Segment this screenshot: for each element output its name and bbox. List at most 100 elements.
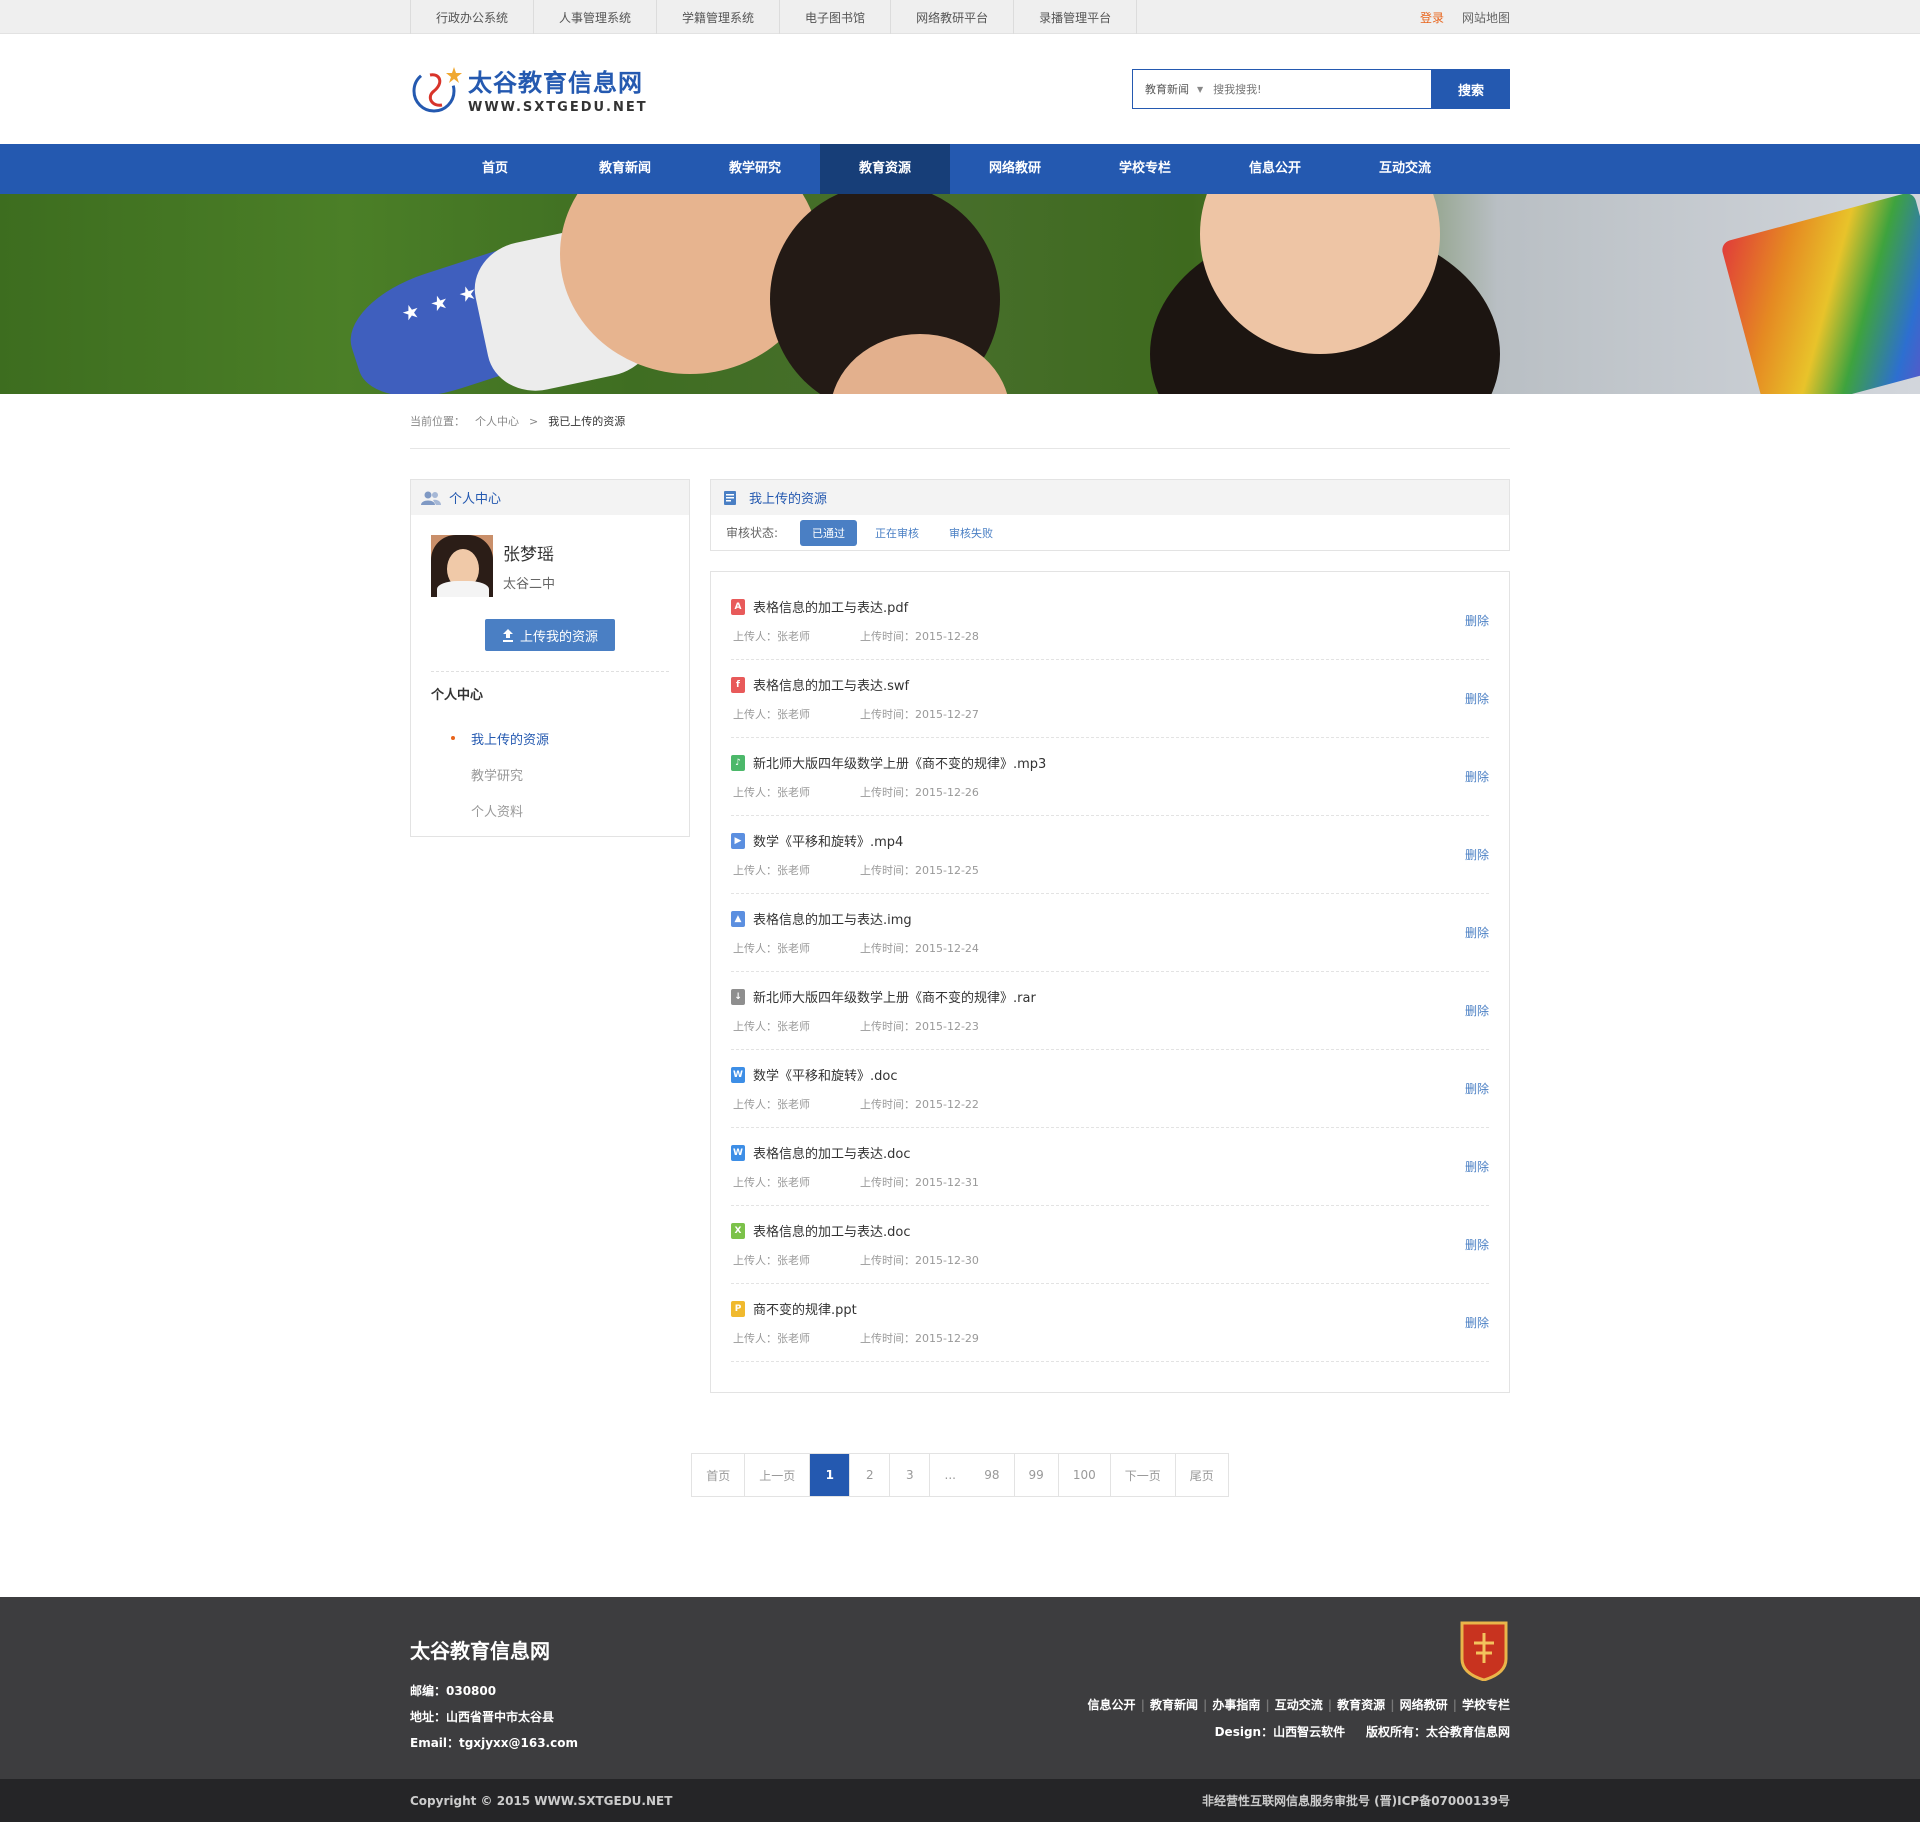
- pagination-item[interactable]: 2: [850, 1454, 891, 1496]
- filter-reviewing[interactable]: 正在审核: [863, 520, 931, 546]
- login-link[interactable]: 登录: [1420, 9, 1444, 26]
- delete-button[interactable]: 删除: [1465, 846, 1489, 863]
- sidebar-item-teaching-research[interactable]: 教学研究: [451, 756, 689, 792]
- video-icon: ▶: [731, 832, 745, 849]
- footer-link[interactable]: 教育新闻: [1150, 1698, 1198, 1712]
- top-link-office[interactable]: 行政办公系统: [411, 0, 535, 34]
- pagination-item[interactable]: 100: [1059, 1454, 1111, 1496]
- nav-item-home[interactable]: 首页: [430, 144, 560, 194]
- resource-name[interactable]: 表格信息的加工与表达.swf: [753, 675, 909, 694]
- top-link-student[interactable]: 学籍管理系统: [657, 0, 781, 34]
- delete-button[interactable]: 删除: [1465, 690, 1489, 707]
- footer-link[interactable]: 网络教研: [1400, 1698, 1448, 1712]
- upload-resource-button[interactable]: 上传我的资源: [485, 619, 615, 651]
- resource-name[interactable]: 商不变的规律.ppt: [753, 1299, 857, 1318]
- resource-upload-time: 上传时间：2015-12-25: [860, 864, 979, 877]
- footer-design: Design：山西智云软件: [1214, 1725, 1346, 1739]
- resource-name[interactable]: 表格信息的加工与表达.pdf: [753, 597, 908, 616]
- top-link-hr[interactable]: 人事管理系统: [534, 0, 658, 34]
- pagination-item[interactable]: 3: [890, 1454, 931, 1496]
- footer-link-separator: |: [1265, 1698, 1270, 1712]
- top-link-research[interactable]: 网络教研平台: [891, 0, 1015, 34]
- review-status-filter: 审核状态: 已通过 正在审核 审核失败: [711, 515, 1509, 550]
- delete-button[interactable]: 删除: [1465, 612, 1489, 629]
- search-category-select[interactable]: 教育新闻 ▼: [1145, 81, 1213, 97]
- search-input[interactable]: [1213, 82, 1419, 96]
- nav-item-interaction[interactable]: 互动交流: [1340, 144, 1470, 194]
- resource-uploader: 上传人：张老师: [733, 708, 810, 721]
- delete-button[interactable]: 删除: [1465, 1158, 1489, 1175]
- site-logo[interactable]: 太谷教育信息网 WWW.SXTGEDU.NET: [410, 61, 648, 117]
- delete-button[interactable]: 删除: [1465, 1236, 1489, 1253]
- search-bar: 教育新闻 ▼ 搜索: [1132, 69, 1510, 109]
- resource-name[interactable]: 表格信息的加工与表达.img: [753, 909, 912, 928]
- nav-item-school-column[interactable]: 学校专栏: [1080, 144, 1210, 194]
- footer-link[interactable]: 学校专栏: [1462, 1698, 1510, 1712]
- sitemap-link[interactable]: 网站地图: [1462, 9, 1510, 26]
- footer-link[interactable]: 教育资源: [1337, 1698, 1385, 1712]
- resource-row: X 表格信息的加工与表达.doc 上传人：张老师 上传时间：2015-12-30 删除: [731, 1206, 1489, 1284]
- top-link-recording[interactable]: 录播管理平台: [1014, 0, 1138, 34]
- pagination-item[interactable]: 首页: [692, 1454, 746, 1496]
- pagination-item[interactable]: 下一页: [1111, 1454, 1176, 1496]
- sidebar-title: 个人中心: [449, 492, 502, 507]
- footer-links: 信息公开 | 教育新闻 | 办事指南 | 互动交流 | 教育资源 | 网络教研 | 学校专栏: [1088, 1696, 1510, 1713]
- resource-upload-time: 上传时间：2015-12-26: [860, 786, 979, 799]
- resource-upload-time: 上传时间：2015-12-27: [860, 708, 979, 721]
- footer-link[interactable]: 信息公开: [1088, 1698, 1136, 1712]
- footer-link-separator: |: [1327, 1698, 1333, 1712]
- delete-button[interactable]: 删除: [1465, 1002, 1489, 1019]
- gov-badge-icon[interactable]: [1458, 1619, 1510, 1682]
- resource-uploader: 上传人：张老师: [733, 1332, 810, 1345]
- nav-item-news[interactable]: 教育新闻: [560, 144, 690, 194]
- resource-uploader: 上传人：张老师: [733, 1098, 810, 1111]
- resource-row: W 表格信息的加工与表达.doc 上传人：张老师 上传时间：2015-12-31 删除: [731, 1128, 1489, 1206]
- resource-name[interactable]: 新北师大版四年级数学上册《商不变的规律》.rar: [753, 987, 1036, 1006]
- nav-item-teaching[interactable]: 教学研究: [690, 144, 820, 194]
- user-school: 太谷二中: [503, 577, 556, 592]
- resource-name[interactable]: 数学《平移和旋转》.doc: [753, 1065, 898, 1084]
- footer-link[interactable]: 办事指南: [1212, 1698, 1260, 1712]
- avatar[interactable]: [431, 535, 493, 597]
- resource-list: A 表格信息的加工与表达.pdf 上传人：张老师 上传时间：2015-12-28 删除 f…: [710, 571, 1510, 1393]
- breadcrumb: 当前位置： 个人中心 > 我已上传的资源: [410, 394, 1510, 449]
- sidebar-item-my-uploads[interactable]: 我上传的资源: [451, 720, 689, 756]
- resource-upload-time: 上传时间：2015-12-22: [860, 1098, 979, 1111]
- resource-name[interactable]: 数学《平移和旋转》.mp4: [753, 831, 903, 850]
- resource-name[interactable]: 表格信息的加工与表达.doc: [753, 1221, 911, 1240]
- resource-name[interactable]: 表格信息的加工与表达.doc: [753, 1143, 911, 1162]
- nav-item-online-research[interactable]: 网络教研: [950, 144, 1080, 194]
- resource-row: ♪ 新北师大版四年级数学上册《商不变的规律》.mp3 上传人：张老师 上传时间：201…: [731, 738, 1489, 816]
- filter-approved[interactable]: 已通过: [800, 519, 858, 546]
- resource-uploader: 上传人：张老师: [733, 630, 810, 643]
- resource-row: ↓ 新北师大版四年级数学上册《商不变的规律》.rar 上传人：张老师 上传时间：201…: [731, 972, 1489, 1050]
- pagination-item[interactable]: 上一页: [745, 1454, 811, 1496]
- pagination-item[interactable]: 1: [810, 1454, 851, 1496]
- footer-link[interactable]: 互动交流: [1275, 1698, 1323, 1712]
- chevron-down-icon: ▼: [1197, 84, 1204, 94]
- resource-uploader: 上传人：张老师: [733, 1176, 810, 1189]
- breadcrumb-item-personal-center[interactable]: 个人中心: [475, 413, 519, 429]
- delete-button[interactable]: 删除: [1465, 1080, 1489, 1097]
- delete-button[interactable]: 删除: [1465, 768, 1489, 785]
- sidebar-item-profile[interactable]: 个人资料: [451, 792, 689, 828]
- pagination-item[interactable]: 99: [1015, 1454, 1059, 1496]
- pagination-item[interactable]: 98: [970, 1454, 1015, 1496]
- delete-button[interactable]: 删除: [1465, 924, 1489, 941]
- resource-row: ▶ 数学《平移和旋转》.mp4 上传人：张老师 上传时间：2015-12-25 删除: [731, 816, 1489, 894]
- sidebar-section-title: 个人中心: [431, 687, 484, 703]
- top-link-library[interactable]: 电子图书馆: [780, 0, 892, 34]
- word-icon: W: [731, 1144, 745, 1161]
- resource-name[interactable]: 新北师大版四年级数学上册《商不变的规律》.mp3: [753, 753, 1046, 772]
- search-button[interactable]: 搜索: [1432, 69, 1510, 109]
- nav-item-info-public[interactable]: 信息公开: [1210, 144, 1340, 194]
- archive-icon: ↓: [731, 988, 745, 1005]
- nav-item-resources[interactable]: 教育资源: [820, 144, 950, 194]
- sidebar-menu: 我上传的资源 教学研究 个人资料: [411, 704, 689, 836]
- pagination-item[interactable]: 尾页: [1176, 1454, 1228, 1496]
- resource-row: A 表格信息的加工与表达.pdf 上传人：张老师 上传时间：2015-12-28 删除: [731, 582, 1489, 660]
- resource-row: P 商不变的规律.ppt 上传人：张老师 上传时间：2015-12-29 删除: [731, 1284, 1489, 1362]
- filter-rejected[interactable]: 审核失败: [937, 520, 1005, 546]
- delete-button[interactable]: 删除: [1465, 1314, 1489, 1331]
- resource-uploader: 上传人：张老师: [733, 864, 810, 877]
